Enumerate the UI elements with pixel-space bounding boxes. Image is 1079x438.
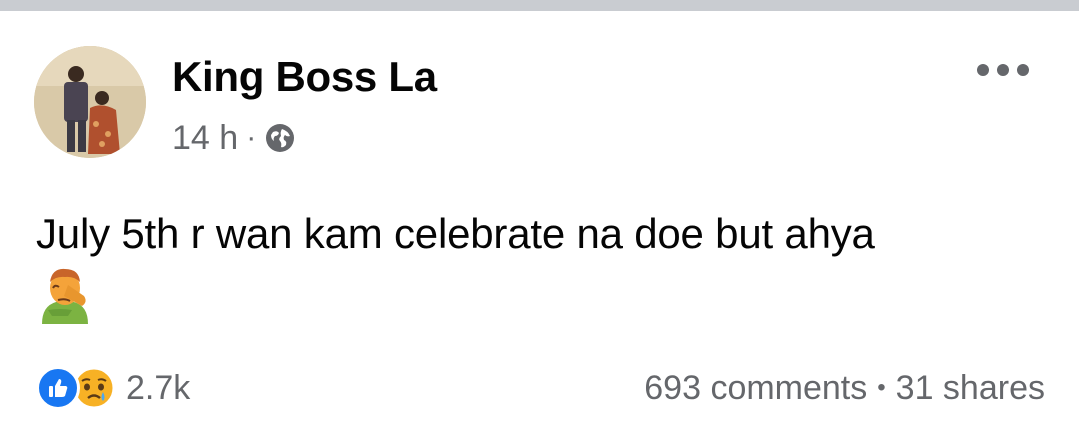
more-options-button[interactable] [977,58,1029,82]
globe-icon [264,122,296,154]
meta-separator: · [246,121,257,154]
dot-icon [977,64,989,76]
reactions-summary[interactable]: 2.7k [36,364,190,412]
post-text: July 5th r wan kam celebrate na doe but … [36,210,875,257]
dot-icon [1017,64,1029,76]
engagement-separator: • [877,374,886,401]
author-name[interactable]: King Boss La [172,53,437,101]
comments-count[interactable]: 693 comments [644,369,867,408]
post-meta: 14 h · [172,118,296,158]
man-facepalming-icon [38,266,92,324]
dot-icon [997,64,1009,76]
shares-count[interactable]: 31 shares [896,369,1045,408]
feed-divider [0,0,1079,11]
post-time[interactable]: 14 h [172,119,238,158]
like-icon [36,366,80,410]
reaction-count: 2.7k [126,368,191,407]
engagement-summary: 693 comments • 31 shares [644,368,1045,408]
avatar[interactable] [34,46,146,158]
